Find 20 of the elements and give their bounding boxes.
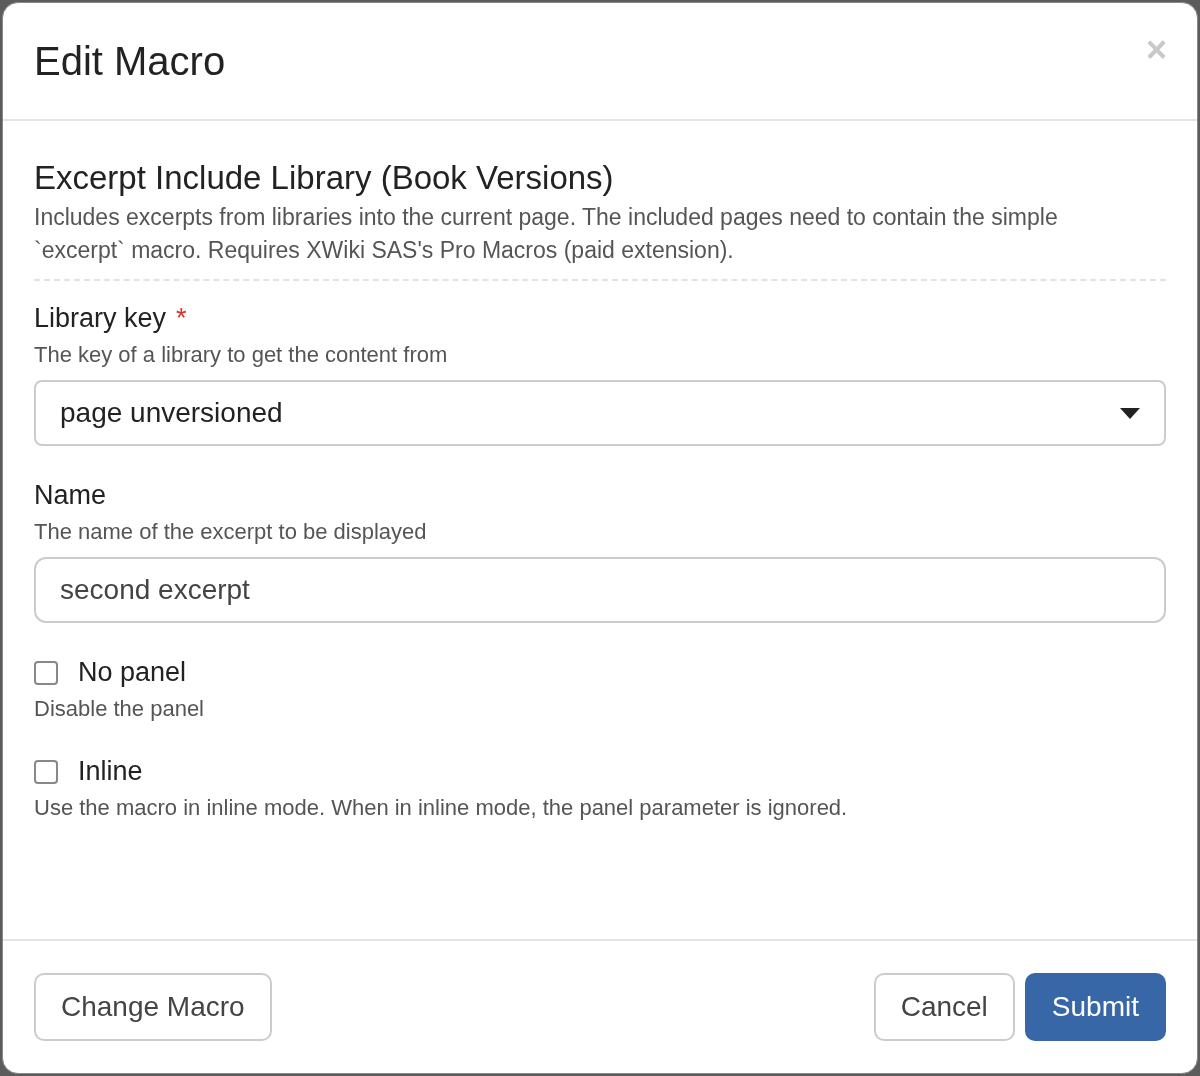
field-label: Library key (34, 303, 167, 334)
field-label: Name (34, 480, 107, 511)
library-key-dropdown[interactable]: page unversioned (34, 380, 1166, 446)
macro-name: Excerpt Include Library (Book Versions) (34, 159, 615, 197)
checkbox[interactable] (34, 759, 58, 784)
cancel-button[interactable]: Cancel (873, 973, 1015, 1041)
field-hint: Use the macro in inline mode. When in inline mode, the panel parameter is ignored. (34, 795, 849, 821)
checkbox-label: Inline (78, 756, 143, 787)
dialog-title: Edit Macro (34, 38, 226, 84)
submit-button[interactable]: Submit (1024, 973, 1166, 1041)
field-hint: Disable the panel (34, 696, 205, 722)
checkbox-label: No panel (78, 657, 187, 688)
checkbox[interactable] (34, 660, 58, 685)
required-mark: * (176, 303, 187, 334)
macro-description: Includes excerpts from libraries into the current page. The included pages need to contain the simple `excerpt` macro. Requires XWiki SAS's Pro Macros (paid extension). (34, 201, 1166, 281)
field-hint: The name of the excerpt to be displayed (34, 519, 428, 545)
name-field[interactable]: second excerpt (34, 557, 1166, 623)
caret-icon (1120, 407, 1140, 419)
field-hint: The key of a library to get the content from (34, 342, 449, 368)
change-macro-button[interactable]: Change Macro (34, 973, 272, 1041)
